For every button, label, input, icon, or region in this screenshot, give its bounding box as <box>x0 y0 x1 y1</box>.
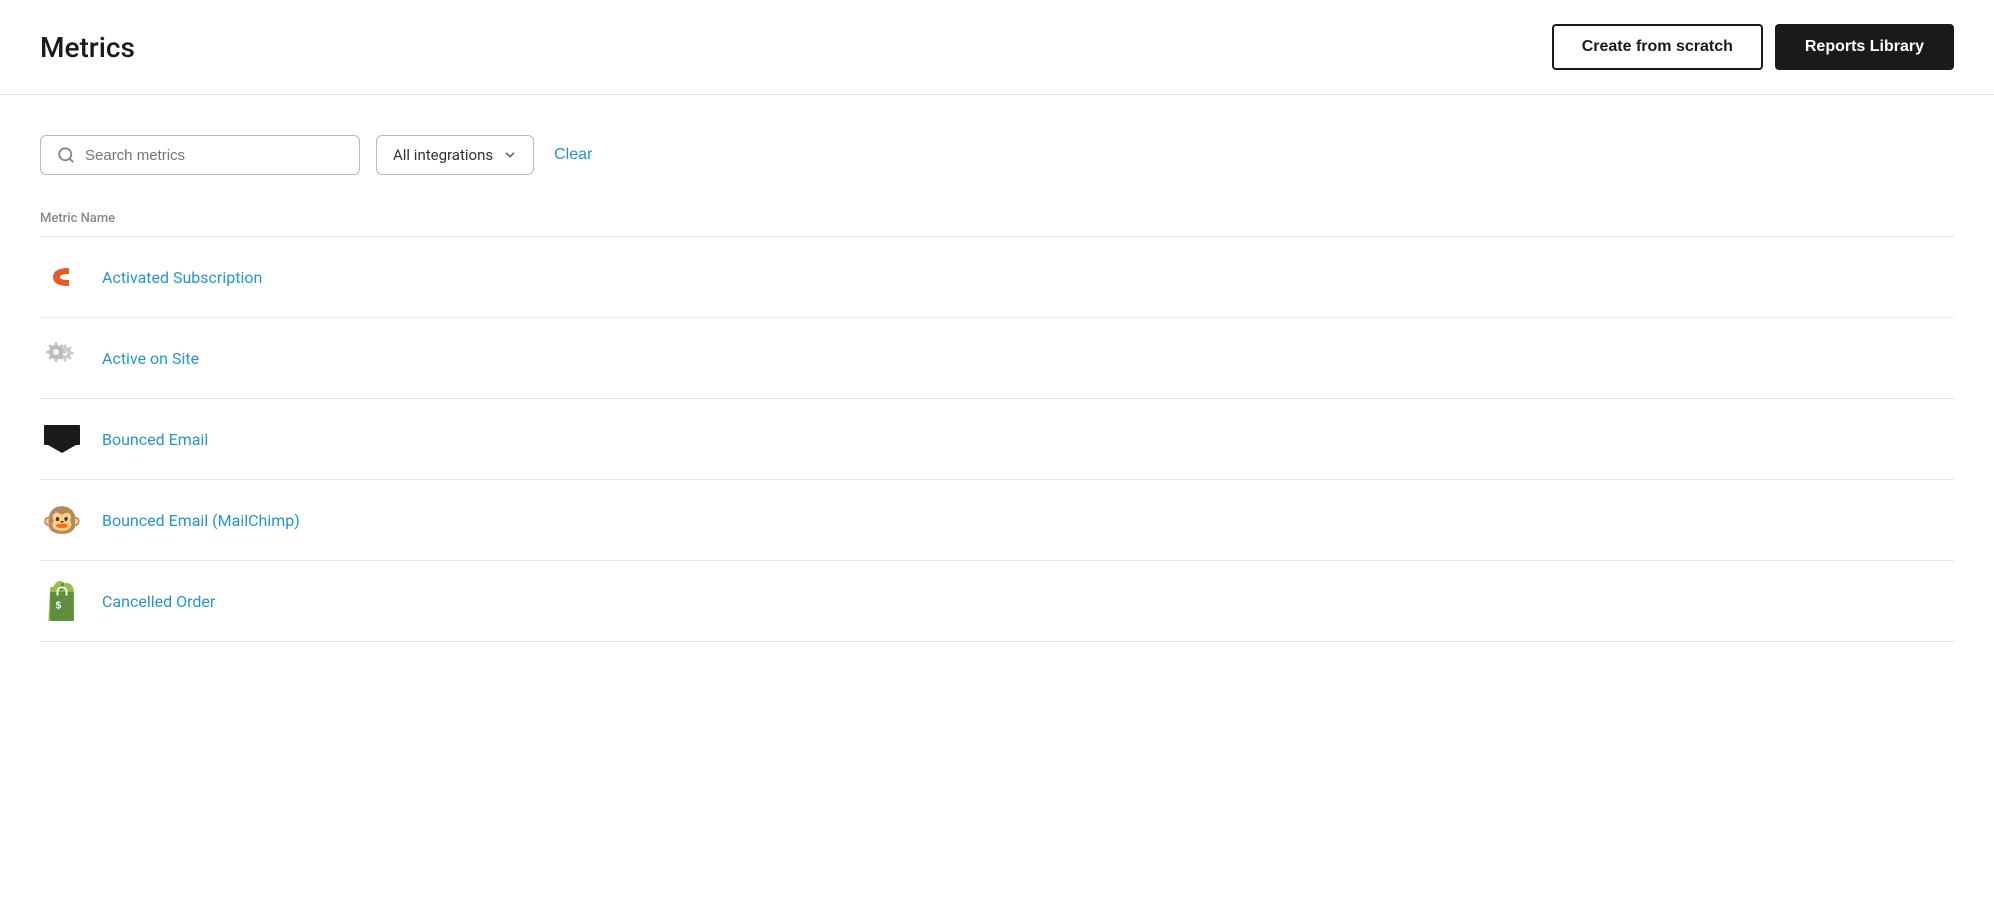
chevron-down-icon <box>503 148 517 162</box>
table-row: Activated Subscription <box>40 237 1954 318</box>
search-input[interactable] <box>85 147 343 164</box>
metric-link-cancelled-order[interactable]: Cancelled Order <box>102 592 215 611</box>
metrics-list: Activated Subscription Active on Site Bo… <box>40 237 1954 642</box>
filter-row: All integrations Clear <box>40 135 1954 175</box>
metric-link-bounced-email-mailchimp[interactable]: Bounced Email (MailChimp) <box>102 511 300 530</box>
integrations-label: All integrations <box>393 146 493 164</box>
search-icon <box>57 146 75 164</box>
table-row: 🐵 Bounced Email (MailChimp) <box>40 480 1954 561</box>
page-header: Metrics Create from scratch Reports Libr… <box>0 0 1994 95</box>
table-row: Active on Site <box>40 318 1954 399</box>
create-from-scratch-button[interactable]: Create from scratch <box>1552 24 1763 70</box>
table-row: $ Cancelled Order <box>40 561 1954 642</box>
gear-icon <box>40 336 84 380</box>
metric-link-bounced-email[interactable]: Bounced Email <box>102 430 208 449</box>
metric-link-active-on-site[interactable]: Active on Site <box>102 349 199 368</box>
mailchimp-icon: 🐵 <box>40 498 84 542</box>
main-content: All integrations Clear Metric Name Activ… <box>0 95 1994 642</box>
table-row: Bounced Email <box>40 399 1954 480</box>
reports-library-button[interactable]: Reports Library <box>1775 24 1954 70</box>
header-actions: Create from scratch Reports Library <box>1552 24 1954 70</box>
clear-button[interactable]: Clear <box>550 146 596 164</box>
metric-name-column-header: Metric Name <box>40 211 1954 237</box>
klaviyo-icon <box>40 255 84 299</box>
metric-link-activated-subscription[interactable]: Activated Subscription <box>102 268 262 287</box>
page-title: Metrics <box>40 31 135 64</box>
svg-text:$: $ <box>56 600 62 611</box>
flag-icon <box>40 417 84 461</box>
integrations-dropdown[interactable]: All integrations <box>376 135 534 175</box>
shopify-icon: $ <box>40 579 84 623</box>
search-wrapper <box>40 135 360 175</box>
